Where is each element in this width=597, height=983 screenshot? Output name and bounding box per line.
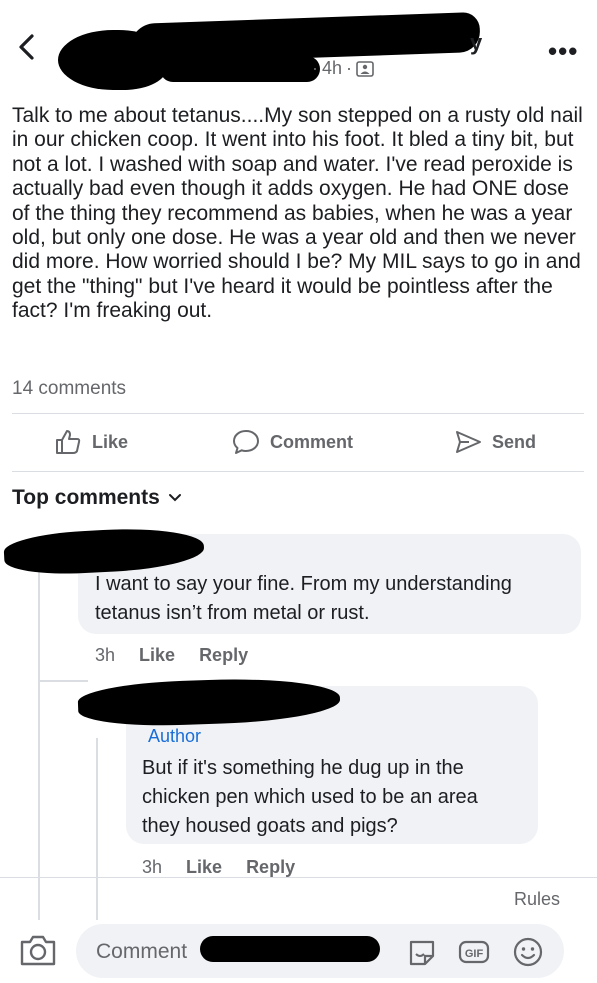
emoji-icon[interactable] [512,936,544,968]
reply-like-button[interactable]: Like [186,857,222,878]
footer-divider [0,877,597,878]
post-time: 4h [322,58,343,78]
camera-icon[interactable] [18,932,58,968]
post-meta: · 4h · [312,58,374,79]
redacted-group-name [160,56,320,82]
post-actions: Like Comment Send [0,414,597,472]
comment-time: 3h [95,645,116,665]
chevron-down-icon [168,494,181,502]
comment-line: tetanus isn’t from metal or rust. [95,602,370,624]
author-badge: Author [148,726,202,746]
send-arrow-icon [456,431,481,453]
like-button[interactable]: Like [54,428,128,456]
meta-separator: · [346,58,353,78]
reply-line: they housed goats and pigs? [142,815,398,837]
redacted-avatar [58,30,168,90]
comment-count[interactable]: 14 comments [12,378,126,400]
thread-connector [38,680,88,682]
gif-icon: GIF [458,940,490,964]
speech-bubble-icon [233,430,259,454]
comment-placeholder: Comment [96,940,188,963]
divider [12,471,584,472]
gif-button[interactable]: GIF [458,936,490,968]
comment-like-button[interactable]: Like [139,645,175,666]
more-options-button[interactable]: ••• [548,36,578,67]
redacted-input-text [200,936,380,962]
thread-line [38,560,40,920]
comment-text: I want to say your fine. From my underst… [95,570,512,628]
comment-reply-button[interactable]: Reply [199,645,248,666]
comment-input[interactable]: Comment GIF [76,924,564,978]
author-name-fragment: y [470,30,483,55]
sticker-icon[interactable] [406,936,438,968]
send-button[interactable]: Send [454,428,536,456]
reply-time: 3h [142,857,163,877]
reply-text: But if it's something he dug up in the c… [142,754,478,841]
thumbs-up-icon [56,430,81,454]
post-header: y · 4h · ••• [0,0,597,96]
reply-line: But if it's something he dug up in the [142,757,464,779]
top-comments-label: Top comments [12,486,160,509]
top-comments-filter[interactable]: Top comments [12,486,182,510]
post-body: Talk to me about tetanus....My son stepp… [12,104,583,323]
comment-composer: Comment GIF [0,920,597,983]
back-button[interactable] [12,30,42,64]
comment-line: I want to say your fine. From my underst… [95,573,512,595]
chevron-left-icon [19,34,34,60]
send-label: Send [492,431,537,452]
gif-label: GIF [465,948,484,960]
audience-icon [356,60,374,77]
meta-separator: · [312,58,318,78]
comment-meta: 3h Like Reply [95,645,248,666]
rules-link[interactable]: Rules [514,889,560,910]
like-label: Like [92,431,129,452]
comment-label: Comment [270,431,354,452]
reply-meta: 3h Like Reply [142,857,295,878]
reply-line: chicken pen which used to be an area [142,786,478,808]
comment-button[interactable]: Comment [232,428,353,456]
reply-reply-button[interactable]: Reply [246,857,295,878]
thread-line [96,738,98,920]
